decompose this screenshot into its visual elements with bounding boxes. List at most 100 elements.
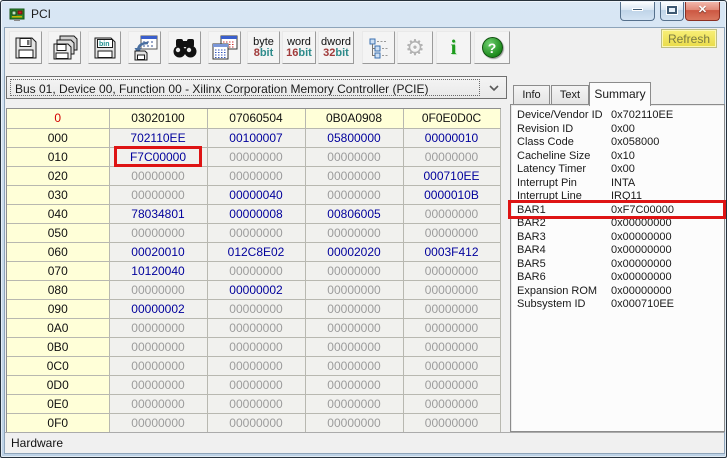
- summary-row[interactable]: Expansion ROM 0x00000000: [511, 285, 724, 299]
- find-button[interactable]: [168, 31, 201, 64]
- summary-row[interactable]: Class Code 0x058000: [511, 136, 724, 150]
- minimize-button[interactable]: [620, 2, 655, 21]
- hex-cell[interactable]: 00002020: [305, 242, 404, 262]
- hex-cell[interactable]: 00000000: [403, 413, 501, 433]
- hex-cell[interactable]: 00000000: [207, 375, 306, 395]
- hex-cell[interactable]: 00000000: [109, 280, 208, 300]
- hex-cell[interactable]: 00806005: [305, 204, 404, 224]
- hex-cell[interactable]: 00000000: [109, 318, 208, 338]
- hex-cell[interactable]: 00000000: [403, 375, 501, 395]
- hex-cell[interactable]: 00000000: [109, 356, 208, 376]
- hex-cell[interactable]: 00000000: [403, 280, 501, 300]
- maximize-button[interactable]: [660, 2, 684, 21]
- save-all-button[interactable]: [48, 31, 81, 64]
- dword-32bit-button[interactable]: dword 32bit: [318, 31, 354, 64]
- hex-cell[interactable]: 00000000: [109, 166, 208, 186]
- hex-cell[interactable]: 00000000: [403, 337, 501, 357]
- tab-text[interactable]: Text: [551, 85, 589, 105]
- hex-cell[interactable]: 00000010: [403, 128, 501, 148]
- hex-cell[interactable]: 00000000: [109, 223, 208, 243]
- export-button[interactable]: [128, 31, 161, 64]
- hex-cell[interactable]: 00000000: [207, 223, 306, 243]
- summary-row[interactable]: BAR3 0x00000000: [511, 231, 724, 245]
- hex-cell[interactable]: 0003F412: [403, 242, 501, 262]
- hex-cell[interactable]: 00000000: [207, 356, 306, 376]
- hex-cell[interactable]: 00000000: [305, 261, 404, 281]
- hex-cell[interactable]: 00000000: [305, 413, 404, 433]
- hex-cell[interactable]: 10120040: [109, 261, 208, 281]
- device-selector[interactable]: Bus 01, Device 00, Function 00 - Xilinx …: [6, 76, 507, 99]
- hex-cell[interactable]: 00000000: [403, 318, 501, 338]
- summary-row[interactable]: BAR5 0x00000000: [511, 258, 724, 272]
- settings-button[interactable]: ⚙: [397, 31, 433, 64]
- hex-cell[interactable]: 00000000: [305, 185, 404, 205]
- hex-cell[interactable]: 00000000: [207, 394, 306, 414]
- hex-cell[interactable]: 00000000: [207, 318, 306, 338]
- hex-cell[interactable]: 00000000: [207, 337, 306, 357]
- device-tree-button[interactable]: [362, 31, 395, 64]
- summary-row[interactable]: Device/Vendor ID 0x702110EE: [511, 109, 724, 123]
- compare-button[interactable]: [208, 31, 241, 64]
- hex-cell[interactable]: 00000000: [403, 356, 501, 376]
- hex-cell[interactable]: 00000000: [305, 375, 404, 395]
- byte-8bit-button[interactable]: byte 8bit: [247, 31, 280, 64]
- save-binary-button[interactable]: bin: [88, 31, 121, 64]
- hex-cell[interactable]: 702110EE: [109, 128, 208, 148]
- hex-cell[interactable]: 00000002: [207, 280, 306, 300]
- hex-cell[interactable]: 00000000: [207, 166, 306, 186]
- hex-cell[interactable]: 00000000: [403, 261, 501, 281]
- hex-cell[interactable]: 00000000: [403, 223, 501, 243]
- hex-cell[interactable]: 00000000: [403, 299, 501, 319]
- hex-cell[interactable]: 05800000: [305, 128, 404, 148]
- word-16bit-button[interactable]: word 16bit: [282, 31, 316, 64]
- hex-cell[interactable]: 00000000: [207, 299, 306, 319]
- hex-cell[interactable]: 00000000: [305, 318, 404, 338]
- hex-cell[interactable]: 00000000: [305, 299, 404, 319]
- hex-cell[interactable]: 00000000: [305, 166, 404, 186]
- help-button[interactable]: ?: [474, 31, 510, 64]
- hex-cell[interactable]: 00020010: [109, 242, 208, 262]
- summary-row[interactable]: Latency Timer 0x00: [511, 163, 724, 177]
- summary-row[interactable]: Subsystem ID 0x000710EE: [511, 298, 724, 312]
- hex-cell[interactable]: 00000000: [109, 337, 208, 357]
- hex-cell[interactable]: 00000000: [109, 394, 208, 414]
- hex-cell[interactable]: 78034801: [109, 204, 208, 224]
- hex-cell[interactable]: 00000000: [403, 394, 501, 414]
- hex-cell[interactable]: 00000000: [305, 394, 404, 414]
- hex-cell[interactable]: 00000000: [305, 147, 404, 167]
- refresh-button[interactable]: Refresh: [660, 29, 717, 48]
- hex-cell[interactable]: 00000000: [305, 337, 404, 357]
- hex-cell[interactable]: 00000000: [207, 413, 306, 433]
- save-button[interactable]: [9, 31, 42, 64]
- hex-cell[interactable]: 00000002: [109, 299, 208, 319]
- hex-cell[interactable]: 000710EE: [403, 166, 501, 186]
- hex-cell[interactable]: 00000000: [403, 204, 501, 224]
- summary-row[interactable]: Interrupt Line IRQ11: [511, 190, 724, 204]
- summary-row[interactable]: Revision ID 0x00: [511, 123, 724, 137]
- title-bar[interactable]: PCI ✕: [1, 1, 726, 27]
- tab-summary[interactable]: Summary: [589, 82, 651, 106]
- summary-row[interactable]: BAR1 0xF7C00000: [511, 204, 724, 218]
- hex-cell[interactable]: 00000000: [207, 261, 306, 281]
- info-button[interactable]: i: [436, 31, 471, 64]
- tab-info[interactable]: Info: [513, 85, 550, 105]
- hex-cell[interactable]: 00000000: [109, 185, 208, 205]
- summary-row[interactable]: BAR2 0x00000000: [511, 217, 724, 231]
- hex-cell[interactable]: 012C8E02: [207, 242, 306, 262]
- hex-cell[interactable]: 00000000: [109, 413, 208, 433]
- hex-cell[interactable]: 00100007: [207, 128, 306, 148]
- hex-cell[interactable]: 00000000: [305, 223, 404, 243]
- hex-cell[interactable]: 00000000: [109, 375, 208, 395]
- summary-row[interactable]: Cacheline Size 0x10: [511, 150, 724, 164]
- hex-cell[interactable]: 00000000: [403, 147, 501, 167]
- hex-cell[interactable]: 00000000: [207, 147, 306, 167]
- hex-cell[interactable]: 00000000: [305, 356, 404, 376]
- summary-row[interactable]: BAR6 0x00000000: [511, 271, 724, 285]
- close-button[interactable]: ✕: [685, 2, 720, 21]
- hex-cell[interactable]: F7C00000: [109, 147, 208, 167]
- hex-cell[interactable]: 00000040: [207, 185, 306, 205]
- hex-cell[interactable]: 00000000: [305, 280, 404, 300]
- hex-cell[interactable]: 0000010B: [403, 185, 501, 205]
- summary-row[interactable]: Interrupt Pin INTA: [511, 177, 724, 191]
- hex-cell[interactable]: 00000008: [207, 204, 306, 224]
